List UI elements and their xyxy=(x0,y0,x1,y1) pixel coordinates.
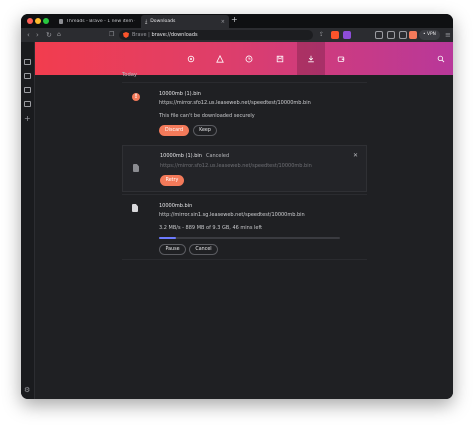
download-progress-fill xyxy=(159,237,176,239)
brave-rewards-icon[interactable] xyxy=(343,31,351,39)
pause-button[interactable]: Pause xyxy=(159,244,186,255)
download-item: 10000mb.bin http://mirror.sin1.sg.leasew… xyxy=(122,194,367,260)
file-icon xyxy=(132,204,138,212)
tab-title: Downloads xyxy=(150,19,176,24)
bookmark-square-icon xyxy=(276,55,284,62)
share-icon[interactable]: ⇪ xyxy=(319,30,324,40)
gear-icon xyxy=(187,55,195,62)
download-warning-message: This file can't be downloaded securely xyxy=(159,113,255,119)
download-icon xyxy=(308,55,314,62)
history-icon[interactable] xyxy=(24,101,31,107)
tab-downloads[interactable]: ⤓ Downloads × xyxy=(141,15,229,28)
wallet-icon[interactable] xyxy=(399,31,407,39)
download-favicon-icon: ⤓ xyxy=(145,18,148,25)
bookmark-icon[interactable]: ❐ xyxy=(109,30,114,40)
threads-favicon-icon xyxy=(59,19,64,24)
search-icon xyxy=(437,55,445,62)
toolbar: ‹ › ↻ ⌂ ❐ Brave | brave://downloads ⇪ • … xyxy=(21,28,453,42)
discard-button[interactable]: Discard xyxy=(159,125,189,136)
settings-nav-bookmarks[interactable] xyxy=(266,42,294,75)
back-button[interactable]: ‹ xyxy=(27,30,30,40)
home-icon[interactable]: ⌂ xyxy=(57,30,61,40)
menu-icon[interactable]: ≡ xyxy=(445,30,451,40)
download-filename: 10000mb (1).bin xyxy=(160,153,202,159)
brave-shields-button-icon[interactable] xyxy=(331,31,339,39)
file-icon xyxy=(133,164,139,172)
download-progress-bar xyxy=(159,237,340,239)
new-tab-button[interactable]: + xyxy=(231,15,238,24)
settings-header xyxy=(35,42,453,75)
download-filename[interactable]: 10000mb.bin xyxy=(159,203,192,209)
settings-nav-downloads[interactable] xyxy=(297,42,325,75)
address-text: Brave | brave://downloads xyxy=(132,32,198,38)
sidebar-toggle-icon[interactable] xyxy=(387,31,395,39)
close-window-button[interactable] xyxy=(27,18,33,24)
settings-nav-gear[interactable] xyxy=(177,42,205,75)
vpn-button[interactable]: • VPN xyxy=(419,30,440,40)
tab-title: Threads - Brave - 1 new item - Disc xyxy=(66,19,135,24)
keep-button[interactable]: Keep xyxy=(193,125,217,136)
brave-shield-icon[interactable] xyxy=(123,32,129,38)
warning-triangle-icon xyxy=(216,54,224,63)
extensions-icon[interactable] xyxy=(375,31,383,39)
download-url: https://mirror.sfo12.us.leaseweb.net/spe… xyxy=(160,163,312,169)
tab-strip: Threads - Brave - 1 new item - Disc ⤓ Do… xyxy=(21,14,453,28)
close-tab-icon[interactable]: × xyxy=(221,19,225,25)
download-title-row: 10000mb (1).bin Canceled xyxy=(160,153,229,159)
address-bar[interactable]: Brave | brave://downloads xyxy=(119,30,313,40)
download-item: ! 10000mb (1).bin https://mirror.sfo12.u… xyxy=(122,82,367,145)
address-path: brave://downloads xyxy=(151,32,198,38)
settings-nav-history[interactable] xyxy=(235,42,263,75)
retry-button[interactable]: Retry xyxy=(160,175,184,186)
minimize-window-button[interactable] xyxy=(35,18,41,24)
download-url[interactable]: https://mirror.sfo12.us.leaseweb.net/spe… xyxy=(159,100,311,106)
forward-button[interactable]: › xyxy=(36,30,39,40)
downloads-indicator-icon[interactable] xyxy=(409,31,417,39)
reading-list-icon[interactable] xyxy=(24,73,31,79)
date-section-title: Today xyxy=(122,72,138,78)
wallet-icon xyxy=(337,56,345,62)
cancel-button[interactable]: Cancel xyxy=(189,244,218,255)
bookmarks-icon[interactable] xyxy=(24,87,31,93)
warning-icon: ! xyxy=(132,93,140,101)
download-url[interactable]: http://mirror.sin1.sg.leaseweb.net/speed… xyxy=(159,212,305,218)
add-sidebar-item-icon[interactable]: + xyxy=(24,115,31,123)
download-item: 10000mb (1).bin Canceled https://mirror.s… xyxy=(122,145,367,192)
search-downloads-button[interactable] xyxy=(429,42,453,75)
browser-window: Threads - Brave - 1 new item - Disc ⤓ Do… xyxy=(21,14,453,399)
remove-download-icon[interactable]: ✕ xyxy=(353,152,358,159)
settings-nav-wallet[interactable] xyxy=(327,42,355,75)
settings-nav-shields[interactable] xyxy=(206,42,234,75)
download-status: Canceled xyxy=(205,153,230,159)
address-prefix: Brave xyxy=(132,32,147,38)
download-progress-text: 3.2 MB/s - 889 MB of 9.3 GB, 46 mins lef… xyxy=(159,225,263,231)
zoom-window-button[interactable] xyxy=(43,18,49,24)
tab-threads[interactable]: Threads - Brave - 1 new item - Disc xyxy=(55,15,139,28)
leo-ai-icon[interactable] xyxy=(24,59,31,65)
reload-button[interactable]: ↻ xyxy=(46,30,52,40)
sidebar-settings-icon[interactable]: ⚙ xyxy=(24,387,30,394)
left-sidebar: + ⚙ xyxy=(21,42,35,399)
clock-icon xyxy=(245,55,253,62)
download-filename[interactable]: 10000mb (1).bin xyxy=(159,91,201,97)
